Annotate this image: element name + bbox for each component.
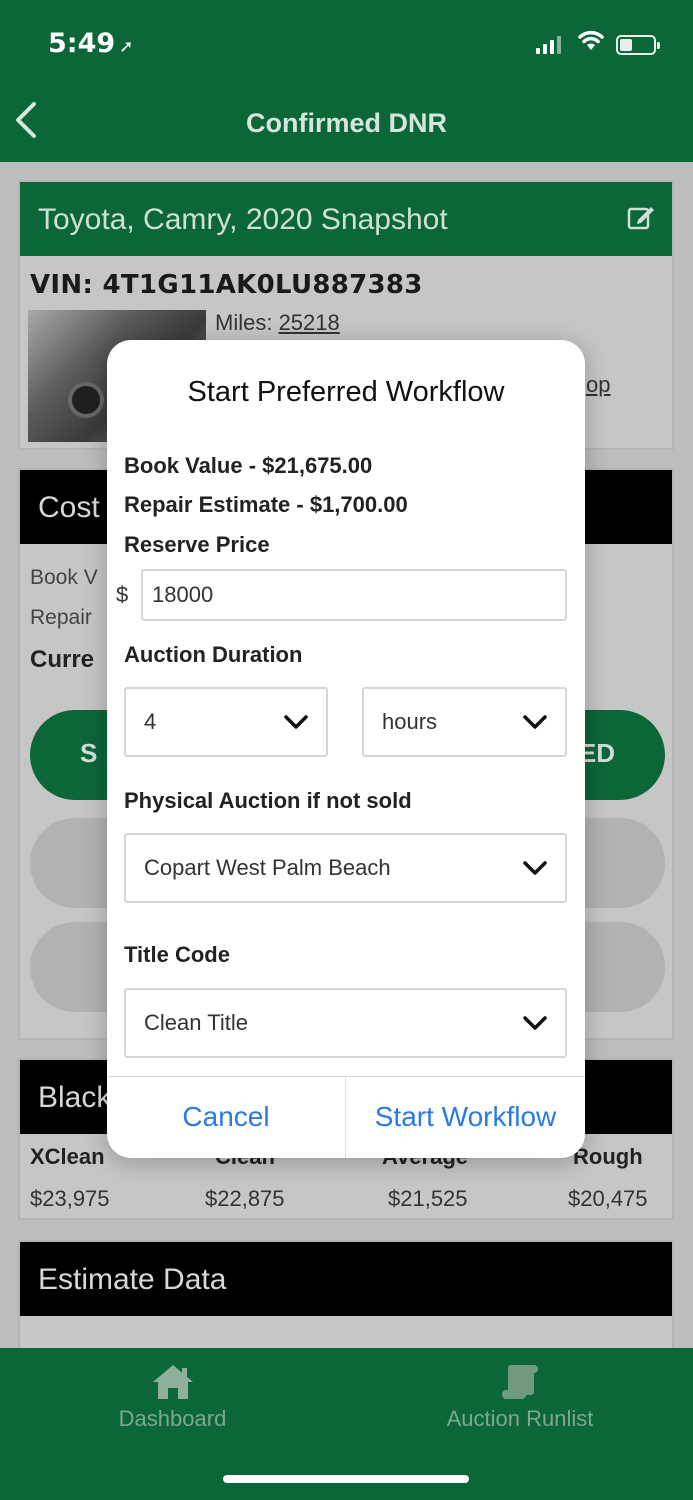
duration-number-select[interactable]: 4: [124, 687, 328, 757]
miles-value[interactable]: 25218: [279, 310, 340, 335]
vin-text: VIN: 4T1G11AK0LU887383: [30, 270, 423, 300]
estimate-header: Estimate Data: [20, 1242, 672, 1316]
title-code-label: Title Code: [124, 942, 230, 967]
estimate-card: Estimate Data: [18, 1240, 674, 1360]
snapshot-title: Toyota, Camry, 2020 Snapshot: [38, 203, 448, 236]
cellular-signal-icon: [536, 36, 561, 54]
estimate-header-title: Estimate Data: [38, 1263, 227, 1296]
miles-text: Miles: 25218: [215, 310, 340, 335]
tab-label: Dashboard: [118, 1406, 227, 1431]
blackbook-value: $23,975: [30, 1186, 110, 1211]
blackbook-values: $23,975 $22,875 $21,525 $20,475: [20, 1180, 672, 1216]
home-icon: [152, 1365, 193, 1399]
start-workflow-dialog: Start Preferred Workflow Book Value - $2…: [107, 340, 585, 1158]
tab-auction-runlist[interactable]: Auction Runlist: [420, 1362, 620, 1432]
battery-icon: [616, 35, 660, 55]
tab-dashboard[interactable]: Dashboard: [100, 1362, 245, 1432]
chevron-down-icon: [523, 715, 547, 729]
cancel-button[interactable]: Cancel: [107, 1076, 345, 1158]
chevron-down-icon: [523, 1016, 547, 1030]
chevron-down-icon: [284, 715, 308, 729]
blackbook-value: $22,875: [205, 1186, 285, 1211]
blackbook-header-title: Black: [38, 1081, 112, 1114]
page-title: Confirmed DNR: [246, 108, 447, 138]
snapshot-header: Toyota, Camry, 2020 Snapshot: [20, 182, 672, 256]
status-bar: 5:49 ➚: [0, 0, 693, 88]
book-value-text: Book Value - $21,675.00: [124, 453, 373, 478]
location-arrow-icon: ➚: [119, 37, 134, 57]
start-workflow-button[interactable]: Start Workflow: [346, 1076, 585, 1158]
cost-header-title: Cost: [38, 491, 100, 524]
blackbook-value: $20,475: [568, 1186, 648, 1211]
status-time: 5:49 ➚: [48, 28, 134, 59]
tab-label: Auction Runlist: [446, 1406, 594, 1431]
repair-estimate-text: Repair Estimate - $1,700.00: [124, 492, 408, 517]
dialog-title: Start Preferred Workflow: [187, 376, 505, 408]
physical-auction-select[interactable]: Copart West Palm Beach: [124, 833, 567, 903]
edit-icon[interactable]: [626, 202, 656, 232]
book-value-row: Book V: [30, 566, 98, 589]
title-code-select[interactable]: Clean Title: [124, 988, 567, 1058]
physical-auction-label: Physical Auction if not sold: [124, 788, 412, 813]
nav-bar: Confirmed DNR: [0, 88, 693, 162]
reserve-price-input[interactable]: 18000: [141, 569, 567, 621]
repair-row: Repair: [30, 606, 92, 629]
chevron-down-icon: [523, 861, 547, 875]
home-indicator: [223, 1475, 469, 1483]
reserve-price-label: Reserve Price: [124, 532, 270, 557]
current-row: Curre: [30, 646, 95, 673]
scroll-icon: [502, 1365, 538, 1399]
snapshot-link[interactable]: op: [586, 372, 610, 398]
duration-unit-select[interactable]: hours: [362, 687, 567, 757]
blackbook-value: $21,525: [388, 1186, 468, 1211]
currency-symbol: $: [116, 582, 129, 607]
auction-duration-label: Auction Duration: [124, 642, 303, 667]
blackbook-label: XClean: [30, 1144, 105, 1169]
wifi-icon: [576, 28, 606, 56]
